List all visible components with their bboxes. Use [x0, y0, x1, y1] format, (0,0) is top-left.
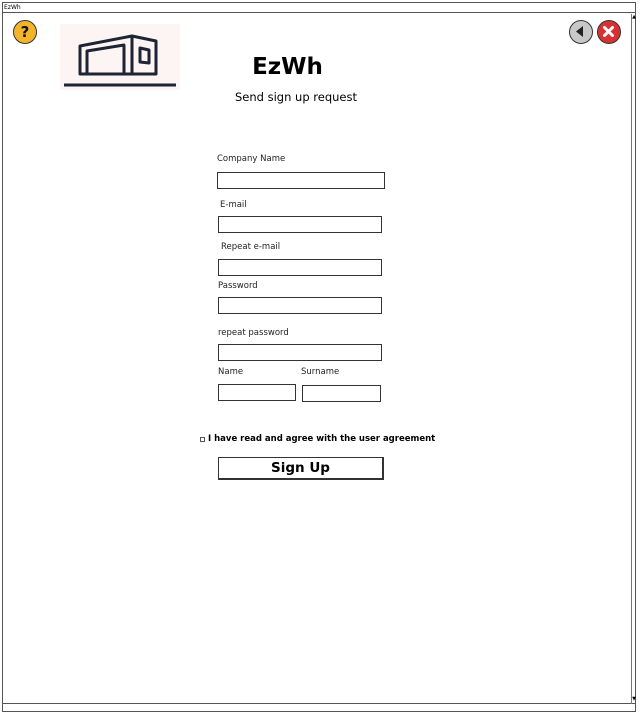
vertical-scrollbar[interactable] [631, 14, 637, 704]
close-button[interactable] [597, 20, 621, 44]
bottom-divider [3, 703, 635, 704]
repeat-password-label: repeat password [218, 328, 289, 338]
name-label: Name [218, 367, 244, 377]
surname-input[interactable] [302, 385, 381, 402]
repeat-email-input[interactable] [218, 259, 382, 276]
company-name-input[interactable] [217, 172, 385, 189]
repeat-password-input[interactable] [218, 344, 382, 361]
sign-up-button[interactable]: Sign Up [218, 457, 384, 480]
company-name-label: Company Name [217, 154, 286, 164]
help-button[interactable]: ? [13, 20, 37, 44]
scroll-down-arrow-icon[interactable]: ▼ [632, 697, 636, 702]
page-subtitle: Send sign up request [234, 90, 357, 104]
email-input[interactable] [218, 216, 382, 233]
agreement-label[interactable]: I have read and agree with the user agre… [208, 434, 435, 444]
logo [60, 24, 180, 90]
surname-label: Surname [301, 367, 340, 377]
repeat-email-label: Repeat e-mail [221, 242, 281, 252]
window-titlebar: EzWh [3, 3, 635, 13]
window-title: EzWh [4, 4, 21, 11]
warehouse-icon [64, 34, 176, 87]
scroll-up-arrow-icon[interactable]: ▲ [632, 15, 636, 20]
password-input[interactable] [218, 297, 382, 314]
close-icon [603, 26, 614, 37]
name-input[interactable] [218, 384, 296, 401]
back-arrow-icon [576, 26, 583, 37]
password-label: Password [218, 281, 258, 291]
agreement-checkbox[interactable] [200, 437, 205, 442]
app-title: EzWh [252, 54, 323, 80]
back-button[interactable] [569, 20, 593, 44]
question-icon: ? [20, 23, 30, 41]
email-label: E-mail [220, 200, 247, 210]
